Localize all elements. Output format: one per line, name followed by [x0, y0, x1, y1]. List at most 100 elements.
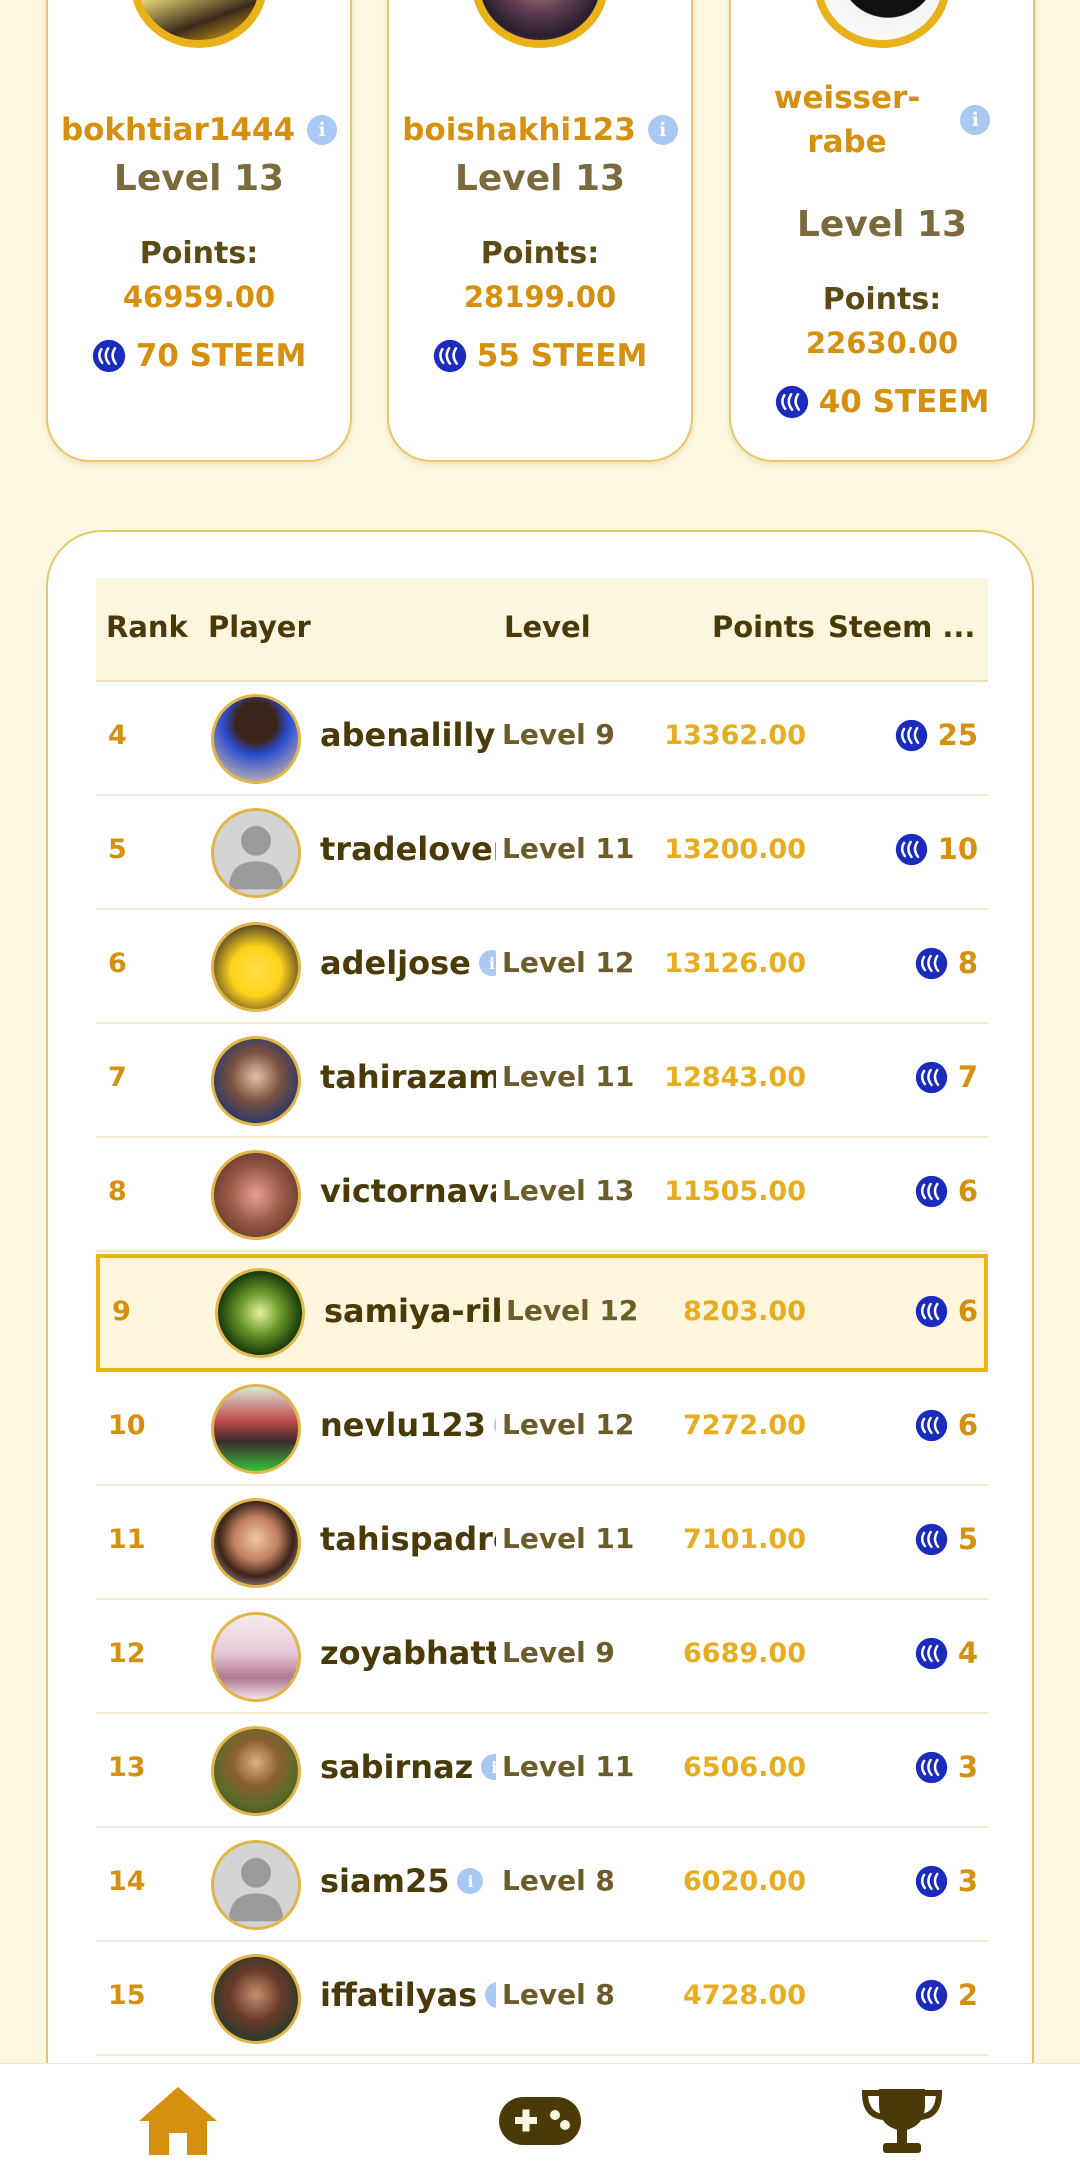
header-rank[interactable]: Rank — [106, 610, 188, 644]
table-row[interactable]: 12 zoyabhatti Level 9 6689.00 4 — [96, 1600, 988, 1714]
steem-icon — [915, 1409, 948, 1442]
row-player[interactable]: zoyabhatti — [320, 1634, 496, 1672]
row-points: 13362.00 — [664, 720, 806, 751]
header-steem[interactable]: Steem ... — [828, 610, 975, 644]
row-rank: 12 — [108, 1638, 146, 1669]
avatar[interactable] — [211, 922, 301, 1012]
steem-icon — [92, 339, 126, 373]
table-row[interactable]: 7 tahirazam Level 11 12843.00 7 — [96, 1024, 988, 1138]
info-icon[interactable]: i — [457, 1868, 484, 1894]
row-player[interactable]: nevlu123 i — [320, 1406, 496, 1444]
table-row[interactable]: 5 tradelover Level 11 13200.00 10 — [96, 796, 988, 910]
header-level[interactable]: Level — [504, 610, 591, 644]
bottom-navigation — [0, 2063, 1080, 2177]
avatar[interactable] — [211, 694, 301, 784]
avatar[interactable] — [211, 1036, 301, 1126]
avatar[interactable] — [211, 1954, 301, 2044]
row-rank: 14 — [108, 1866, 146, 1897]
row-player[interactable]: sabirnaz i — [320, 1748, 496, 1786]
gamepad-icon — [499, 2097, 581, 2145]
points-label: Points: — [822, 282, 942, 317]
table-header: Rank Player Level Points Steem ... — [96, 578, 988, 682]
row-level: Level 11 — [502, 1060, 635, 1093]
row-steem: 4 — [957, 1636, 978, 1670]
row-steem: 10 — [937, 832, 978, 866]
default-avatar-icon[interactable] — [211, 1840, 301, 1930]
nav-leaderboard[interactable] — [832, 2064, 972, 2177]
row-points: 12843.00 — [664, 1062, 806, 1093]
player-name: iffatilyas — [320, 1976, 478, 2014]
row-player[interactable]: victornava — [320, 1172, 496, 1210]
row-rank: 7 — [108, 1062, 127, 1093]
podium-username[interactable]: boishakhi123 — [402, 112, 636, 148]
avatar[interactable] — [211, 1726, 301, 1816]
nav-home[interactable] — [108, 2064, 248, 2177]
row-level: Level 13 — [502, 1174, 635, 1207]
info-icon[interactable]: i — [307, 115, 338, 145]
table-row[interactable]: 8 victornava Level 13 11505.00 6 — [96, 1138, 988, 1252]
podium-card-third[interactable]: weisser- rabe i Level 13 Points: 22630.0… — [729, 0, 1035, 462]
row-rank: 11 — [108, 1524, 146, 1555]
row-steem: 6 — [957, 1408, 978, 1442]
row-level: Level 11 — [502, 1750, 635, 1783]
points-label: Points: — [480, 236, 600, 271]
table-row[interactable]: 6 adeljose i Level 12 13126.00 8 — [96, 910, 988, 1024]
info-icon[interactable]: i — [960, 105, 991, 135]
info-icon[interactable]: i — [493, 1412, 496, 1438]
info-icon[interactable]: i — [478, 950, 496, 976]
steem-icon — [915, 1523, 948, 1556]
row-player[interactable]: siam25 i — [320, 1862, 496, 1900]
row-rank: 8 — [108, 1176, 127, 1207]
row-player[interactable]: tahirazam — [320, 1058, 496, 1096]
steem-icon — [775, 385, 809, 419]
table-row-current-user[interactable]: 9 samiya-rih Level 12 8203.00 6 — [96, 1254, 988, 1372]
avatar[interactable] — [211, 1612, 301, 1702]
row-player[interactable]: samiya-rih — [324, 1292, 500, 1330]
table-row[interactable]: 4 abenalillyf Level 9 13362.00 25 — [96, 682, 988, 796]
info-icon[interactable]: i — [485, 1982, 496, 2008]
podium-card-second[interactable]: boishakhi123 i Level 13 Points: 28199.00… — [387, 0, 693, 462]
row-steem: 6 — [957, 1174, 978, 1208]
steem-icon — [915, 1061, 948, 1094]
podium-card-first[interactable]: bokhtiar1444 i Level 13 Points: 46959.00… — [46, 0, 352, 462]
table-row[interactable]: 11 tahispadro Level 11 7101.00 5 — [96, 1486, 988, 1600]
row-rank: 15 — [108, 1980, 146, 2011]
avatar[interactable] — [211, 1150, 301, 1240]
avatar — [131, 0, 267, 48]
row-steem: 3 — [957, 1864, 978, 1898]
row-player[interactable]: iffatilyas i — [320, 1976, 496, 2014]
info-icon[interactable]: i — [647, 115, 678, 145]
row-rank: 6 — [108, 948, 127, 979]
podium-steem: 40 STEEM — [818, 384, 990, 420]
row-points: 6689.00 — [683, 1638, 806, 1669]
header-player[interactable]: Player — [208, 610, 311, 644]
steem-icon — [915, 947, 948, 980]
info-icon[interactable]: i — [481, 1754, 496, 1780]
avatar[interactable] — [211, 1384, 301, 1474]
podium-points: 28199.00 — [463, 280, 617, 314]
row-points: 11505.00 — [664, 1176, 806, 1207]
row-level: Level 12 — [502, 946, 635, 979]
podium-username[interactable]: bokhtiar1444 — [61, 112, 295, 148]
avatar — [814, 0, 950, 48]
row-player[interactable]: adeljose i — [320, 944, 496, 982]
podium-username[interactable]: weisser- rabe — [774, 76, 920, 164]
podium-level: Level 13 — [796, 204, 968, 245]
steem-icon — [915, 1175, 948, 1208]
header-points[interactable]: Points — [712, 610, 815, 644]
row-points: 13126.00 — [664, 948, 806, 979]
row-player[interactable]: tradelover — [320, 830, 496, 868]
table-row[interactable]: 14 siam25 i Level 8 6020.00 3 — [96, 1828, 988, 1942]
avatar — [472, 0, 608, 48]
podium-level: Level 13 — [113, 158, 285, 199]
avatar[interactable] — [211, 1498, 301, 1588]
nav-games[interactable] — [470, 2064, 610, 2177]
row-level: Level 9 — [502, 1636, 615, 1669]
table-row[interactable]: 10 nevlu123 i Level 12 7272.00 6 — [96, 1372, 988, 1486]
default-avatar-icon[interactable] — [211, 808, 301, 898]
avatar[interactable] — [215, 1268, 305, 1358]
row-player[interactable]: tahispadro — [320, 1520, 496, 1558]
table-row[interactable]: 15 iffatilyas i Level 8 4728.00 2 — [96, 1942, 988, 2056]
table-row[interactable]: 13 sabirnaz i Level 11 6506.00 3 — [96, 1714, 988, 1828]
row-player[interactable]: abenalillyf — [320, 716, 496, 754]
